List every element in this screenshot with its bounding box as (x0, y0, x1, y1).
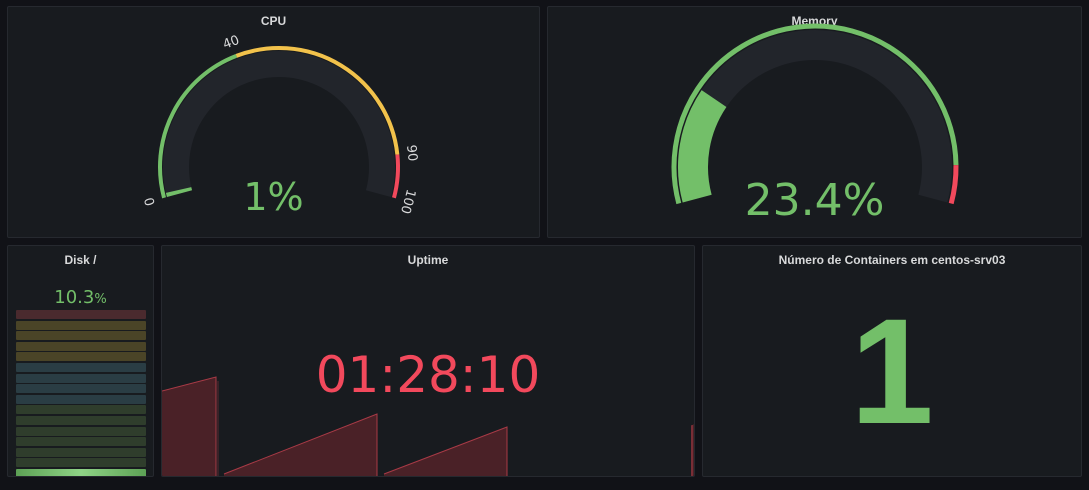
disk-panel-title[interactable]: Disk / (8, 253, 153, 267)
disk-bar-segment (16, 416, 146, 425)
uptime-value: 01:28:10 (315, 346, 541, 404)
disk-bar-segment (16, 363, 146, 372)
disk-bar-segment (16, 352, 146, 362)
disk-value-unit: % (94, 292, 107, 307)
cpu-tick-label: 40 (221, 33, 242, 53)
cpu-tick-label: 90 (403, 144, 420, 162)
disk-bar-segment-active (16, 469, 146, 476)
memory-panel[interactable]: Memory 23.4% (547, 6, 1082, 238)
disk-panel[interactable]: Disk / 10.3% (7, 245, 154, 477)
disk-bar-segment (16, 394, 146, 404)
disk-bar-segment (16, 320, 146, 330)
disk-bar-segment (16, 437, 146, 447)
disk-bar-segment (16, 384, 146, 394)
disk-bar-segment (16, 373, 146, 383)
disk-bar-segment (16, 426, 146, 436)
disk-bar-segment (16, 447, 146, 457)
memory-value: 23.4% (744, 175, 885, 226)
containers-value: 1 (850, 287, 934, 455)
containers-panel[interactable]: Número de Containers em centos-srv03 1 (702, 245, 1082, 477)
disk-bar-segment (16, 458, 146, 468)
cpu-panel[interactable]: CPU 0 40 90 100 1% (7, 6, 540, 238)
disk-value: 10.3% (8, 287, 153, 308)
uptime-panel[interactable]: Uptime 01:28:10 (161, 245, 695, 477)
containers-panel-title[interactable]: Número de Containers em centos-srv03 (703, 253, 1081, 267)
disk-bar-segment (16, 341, 146, 351)
disk-bar-segment (16, 405, 146, 415)
disk-bar-segment (16, 331, 146, 341)
cpu-value: 1% (243, 175, 304, 219)
disk-value-number: 10.3 (54, 287, 95, 308)
disk-bar-segment (16, 310, 146, 319)
